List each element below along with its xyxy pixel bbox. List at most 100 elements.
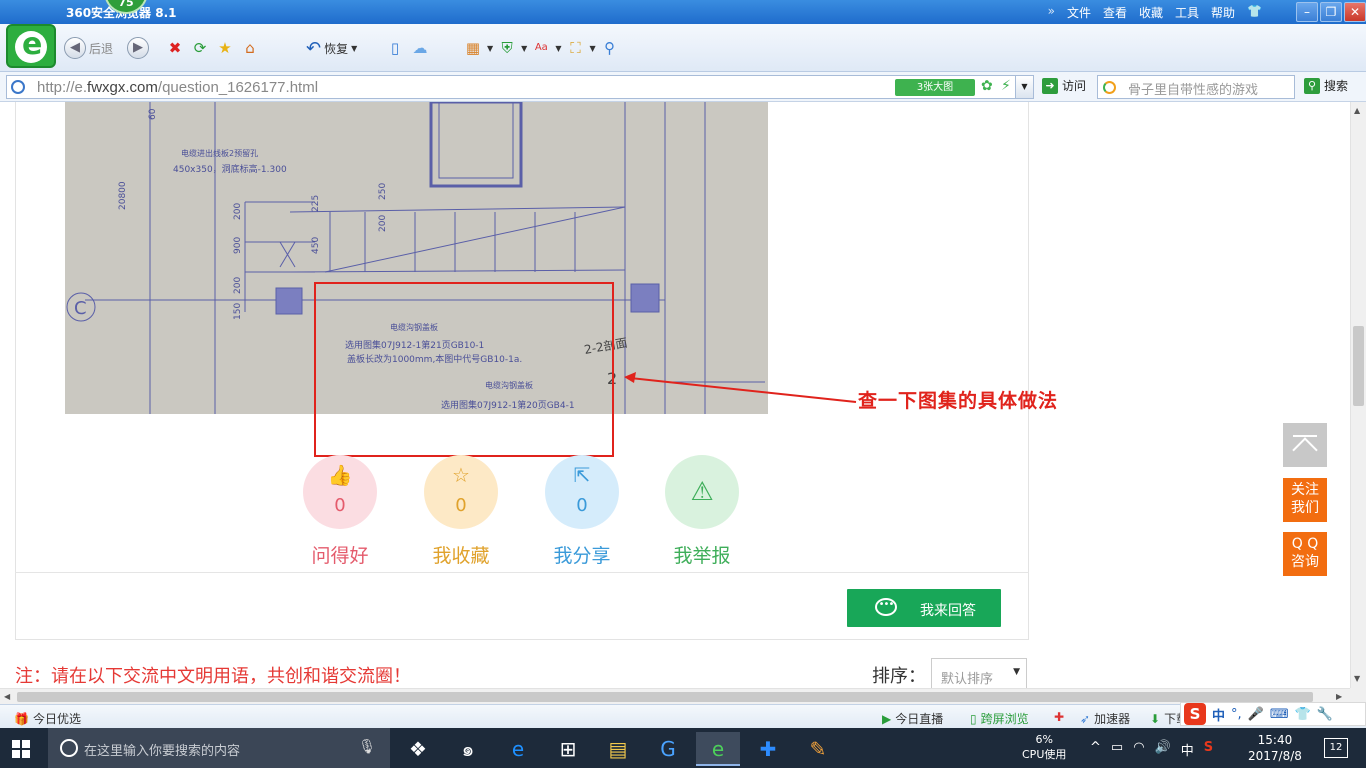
clock-time: 15:40 <box>1257 733 1293 747</box>
mic-icon[interactable]: 🎤 <box>1248 707 1264 722</box>
vertical-scrollbar[interactable]: ▲ ▼ <box>1350 102 1366 688</box>
search-button[interactable]: ⚲ 搜索 <box>1304 77 1348 94</box>
cloud-icon[interactable]: ☁ <box>409 37 431 59</box>
search-engine-icon[interactable] <box>1103 81 1116 94</box>
store-icon[interactable]: ⊞ <box>546 732 590 766</box>
forward-arrow-icon: ▶ <box>127 37 149 59</box>
svg-text:450x350，洞底标高-1.300: 450x350，洞底标高-1.300 <box>173 163 287 175</box>
chat-bubble-icon: ••• <box>875 598 897 616</box>
sogou-tray-icon[interactable]: S <box>1204 740 1213 759</box>
menu-help[interactable]: 帮助 <box>1211 4 1235 21</box>
shield-icon[interactable]: ⛨ <box>496 37 518 59</box>
visit-button[interactable]: ➜ 访问 <box>1042 77 1086 94</box>
browser-swirl-icon[interactable]: ๑ <box>446 732 490 766</box>
sort-select[interactable]: 默认排序 ▼ <box>931 658 1027 688</box>
ime-toolbar[interactable]: S 中 °, 🎤 ⌨ 👕 🔧 <box>1180 702 1366 726</box>
screenshot-icon[interactable]: ⛶ <box>564 37 586 59</box>
skin-icon[interactable]: 👕 <box>1247 4 1262 21</box>
big-image-button[interactable]: 3张大图 <box>895 79 975 96</box>
clock[interactable]: 15:40 2017/8/8 <box>1248 732 1302 764</box>
menu-view[interactable]: 查看 <box>1103 4 1127 21</box>
add-app-icon[interactable]: ✚ <box>746 732 790 766</box>
speed-mode-icon[interactable]: ⚡ <box>1001 78 1011 94</box>
scroll-left-icon[interactable]: ◀ <box>4 692 10 701</box>
file-explorer-icon[interactable]: ▤ <box>596 732 640 766</box>
system-tray: ^ ▭ ◠ 🔊 中 S <box>1090 740 1213 759</box>
svg-text:450: 450 <box>311 237 321 254</box>
sort-selected: 默认排序 <box>941 672 994 687</box>
search-placeholder: 骨子里自带性感的游戏 <box>1128 83 1259 98</box>
medkit[interactable]: ✚ <box>1054 710 1064 724</box>
divider <box>15 572 1029 573</box>
360-browser-task-icon[interactable]: e <box>696 732 740 766</box>
horizontal-scrollbar[interactable]: ◀ ▶ <box>0 688 1350 704</box>
accelerator[interactable]: ➶ 加速器 <box>1080 710 1130 727</box>
share-button[interactable]: ⇱ 0 我分享 <box>542 455 622 568</box>
horizontal-scroll-thumb[interactable] <box>17 692 1313 702</box>
back-to-top-button[interactable] <box>1283 423 1327 467</box>
menu-overflow-icon[interactable]: » <box>1048 4 1055 21</box>
zoom-icon[interactable]: ⚲ <box>599 37 621 59</box>
follow-us-button[interactable]: 关注 我们 <box>1283 478 1327 522</box>
apps-icon[interactable]: ▦ <box>462 37 484 59</box>
chevron-up-icon[interactable]: ^ <box>1090 740 1101 759</box>
ime-lang[interactable]: 中 <box>1212 705 1225 724</box>
qq-consult-button[interactable]: Q Q 咨询 <box>1283 532 1327 576</box>
address-dropdown-icon[interactable]: ▼ <box>1015 76 1033 98</box>
today-pick[interactable]: 🎁 今日优选 <box>14 710 81 727</box>
punctuation-icon[interactable]: °, <box>1231 707 1242 722</box>
windows-start-icon[interactable] <box>12 740 30 758</box>
medkit-icon: ✚ <box>1054 710 1065 724</box>
scroll-down-icon[interactable]: ▼ <box>1354 674 1360 683</box>
back-button[interactable]: ◀ 后退 <box>64 36 113 60</box>
translate-icon[interactable]: Aa <box>530 37 552 59</box>
cpu-meter[interactable]: 6% CPU使用 <box>1022 732 1066 762</box>
report-button[interactable]: ⚠ 我举报 <box>662 455 742 568</box>
edge-icon[interactable]: e <box>496 732 540 766</box>
scroll-right-icon[interactable]: ▶ <box>1336 692 1342 701</box>
menu-favorites[interactable]: 收藏 <box>1139 4 1163 21</box>
like-button[interactable]: 👍 0 问得好 <box>300 455 380 568</box>
wrench-icon[interactable]: 🔧 <box>1317 707 1333 722</box>
keyboard-icon[interactable]: ⌨ <box>1270 707 1289 722</box>
collect-button[interactable]: ☆ 0 我收藏 <box>421 455 501 568</box>
stop-icon[interactable]: ✖ <box>164 37 186 59</box>
restore-session-button[interactable]: ↶ 恢复 ▼ <box>306 36 357 60</box>
today-live-label: 今日直播 <box>895 712 944 726</box>
minimize-button[interactable]: – <box>1296 2 1318 22</box>
restore-button[interactable]: ❐ <box>1320 2 1342 22</box>
favorite-star-icon[interactable]: ★ <box>214 37 236 59</box>
svg-text:200: 200 <box>378 215 388 232</box>
close-button[interactable]: ✕ <box>1344 2 1366 22</box>
svg-text:20800: 20800 <box>118 181 128 210</box>
task-view-icon[interactable]: ❖ <box>396 732 440 766</box>
address-bar[interactable]: http://e.fwxgx.com/question_1626177.html… <box>6 75 1034 99</box>
sogou-logo-icon[interactable]: S <box>1184 703 1206 725</box>
taskbar-search[interactable]: 在这里输入你要搜索的内容 🎙 <box>48 728 390 768</box>
url-text[interactable]: http://e.fwxgx.com/question_1626177.html <box>37 79 318 96</box>
browser-logo[interactable] <box>6 24 56 68</box>
app-g-icon[interactable]: G <box>646 732 690 766</box>
wifi-icon[interactable]: ◠ <box>1133 740 1144 759</box>
refresh-icon[interactable]: ⟳ <box>189 37 211 59</box>
volume-icon[interactable]: 🔊 <box>1155 740 1171 759</box>
battery-icon[interactable]: ▭ <box>1111 740 1123 759</box>
notes-app-icon[interactable]: ✎ <box>796 732 840 766</box>
collect-label: 我收藏 <box>432 545 490 567</box>
mobile-icon[interactable]: ▯ <box>384 37 406 59</box>
forward-button[interactable]: ▶ <box>127 36 149 60</box>
compat-mode-icon[interactable]: ✿ <box>981 78 993 94</box>
mic-icon[interactable]: 🎙 <box>358 739 376 755</box>
today-live[interactable]: ▶ 今日直播 <box>882 710 943 727</box>
skin-icon[interactable]: 👕 <box>1295 707 1311 722</box>
menu-tools[interactable]: 工具 <box>1175 4 1199 21</box>
search-input[interactable]: 骨子里自带性感的游戏 <box>1097 75 1295 99</box>
vertical-scroll-thumb[interactable] <box>1353 326 1364 406</box>
cross-screen[interactable]: ▯ 跨屏浏览 <box>970 710 1029 727</box>
scroll-up-icon[interactable]: ▲ <box>1354 106 1360 115</box>
notifications-icon[interactable]: 12 <box>1324 738 1348 758</box>
menu-file[interactable]: 文件 <box>1067 4 1091 21</box>
home-icon[interactable]: ⌂ <box>239 37 261 59</box>
answer-button[interactable]: ••• 我来回答 <box>847 589 1001 627</box>
input-language[interactable]: 中 <box>1181 740 1194 759</box>
